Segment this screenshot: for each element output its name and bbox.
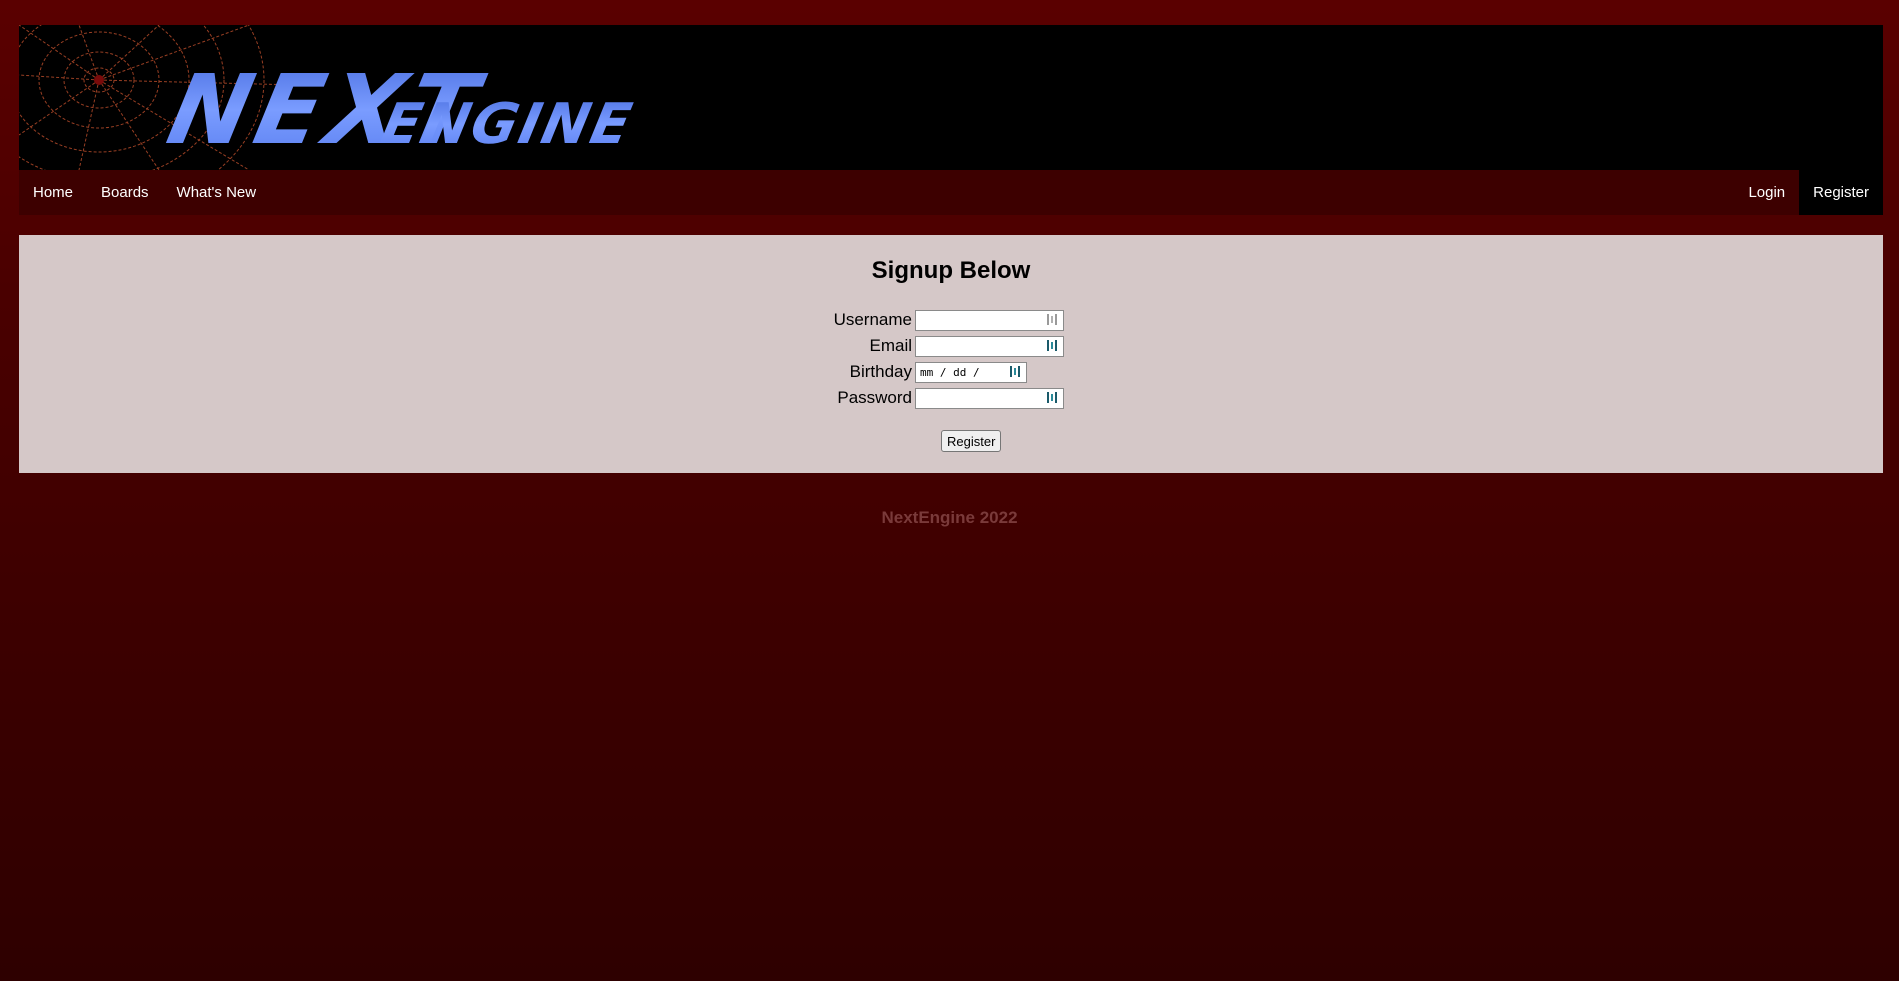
main-navbar: Home Boards What's New Login Register (19, 170, 1883, 215)
birthday-row: Birthday mm / dd / yyyy (19, 361, 1883, 398)
password-manager-icon[interactable] (1047, 313, 1059, 326)
username-row: Username (19, 309, 1883, 331)
page-title: Signup Below (871, 257, 1031, 284)
nav-login[interactable]: Login (1734, 170, 1799, 215)
email-input[interactable] (915, 336, 1064, 357)
nav-home[interactable]: Home (19, 170, 87, 215)
birthday-label: Birthday (849, 362, 912, 381)
nav-register[interactable]: Register (1799, 170, 1883, 215)
footer-text: NextEngine 2022 (881, 508, 1018, 527)
password-input[interactable] (915, 388, 1064, 409)
nav-right-group: Login Register (1734, 170, 1883, 215)
password-manager-icon[interactable] (1047, 339, 1059, 352)
email-label: Email (869, 336, 912, 355)
register-submit-button[interactable]: Register (941, 430, 1002, 452)
nav-boards[interactable]: Boards (87, 170, 163, 215)
logo-text-engine: ENGINE (376, 92, 639, 157)
nav-left-group: Home Boards What's New (19, 170, 270, 215)
password-label: Password (837, 388, 912, 407)
nav-whats-new[interactable]: What's New (163, 170, 271, 215)
signup-panel: Signup Below Username Email Birthday mm … (19, 235, 1883, 473)
username-label: Username (833, 310, 912, 329)
logo: NEXT ENGINE (19, 25, 639, 170)
header-banner: NEXT ENGINE (19, 25, 1883, 170)
username-input[interactable] (915, 310, 1064, 331)
email-row: Email (19, 335, 1883, 357)
password-manager-icon[interactable] (1047, 391, 1059, 404)
password-row: Password (19, 387, 1883, 409)
password-manager-icon[interactable] (1010, 365, 1022, 378)
